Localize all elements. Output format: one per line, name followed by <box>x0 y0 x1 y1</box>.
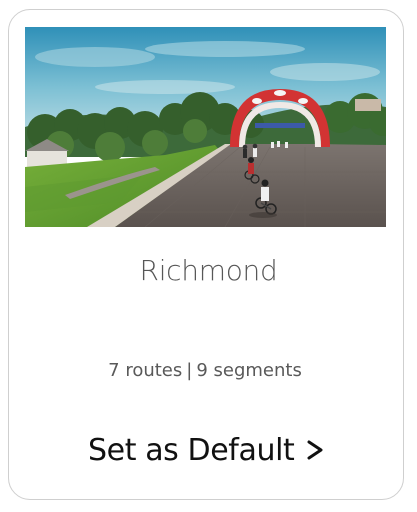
stats-separator: | <box>186 360 193 381</box>
set-as-default-button[interactable]: Set as Default <box>88 428 326 472</box>
routes-count: 7 routes <box>108 360 183 381</box>
segments-count: 9 segments <box>196 360 302 381</box>
set-as-default-label: Set as Default <box>88 432 295 468</box>
world-stats: 7 routes | 9 segments <box>0 360 410 381</box>
world-preview-image <box>25 27 386 227</box>
chevron-right-icon <box>307 440 323 460</box>
world-title: Richmond <box>139 254 278 287</box>
